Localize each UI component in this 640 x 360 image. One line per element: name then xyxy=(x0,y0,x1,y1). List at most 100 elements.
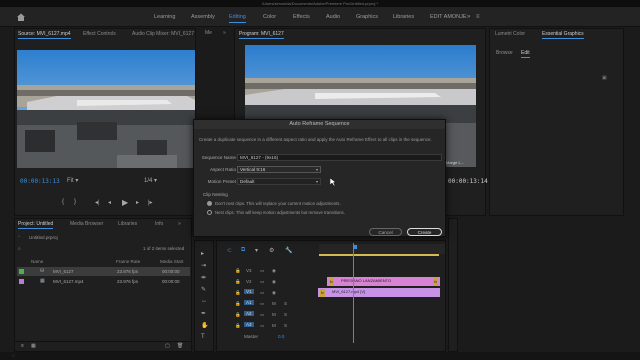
rewind-icon[interactable]: ◂ xyxy=(108,199,111,206)
mark-out-icon[interactable]: } xyxy=(74,199,76,205)
create-button[interactable]: Create xyxy=(407,228,442,236)
workspace-graphics[interactable]: Graphics xyxy=(356,14,378,20)
tab-effect-controls[interactable]: Effect Controls xyxy=(83,31,116,37)
workspace-effects[interactable]: Effects xyxy=(293,14,310,20)
workspace-libraries[interactable]: Libraries xyxy=(393,14,414,20)
sync-lock-icon[interactable]: ▭ xyxy=(260,312,264,318)
sync-lock-icon[interactable]: ▭ xyxy=(260,323,264,329)
tab-lumetri-color[interactable]: Lumetri Color xyxy=(495,31,525,37)
track-header-v3[interactable]: 🔒 V3 ▭ ◉ xyxy=(232,266,312,276)
source-fit-dropdown[interactable]: Fit ▾ xyxy=(67,177,78,184)
solo-icon[interactable]: S xyxy=(284,312,287,317)
trash-icon[interactable]: 🗑 xyxy=(177,343,183,349)
track-header-a2[interactable]: 🔒 A2 ▭ M S xyxy=(232,310,312,320)
lock-icon[interactable]: 🔒 xyxy=(235,301,241,307)
status-icon[interactable]: ◌ xyxy=(12,353,15,359)
tab-metadata[interactable]: Me xyxy=(205,30,212,36)
sync-lock-icon[interactable]: ▭ xyxy=(260,268,264,274)
workspace-edit-amonje[interactable]: EDIT AMONJE xyxy=(430,14,467,20)
type-tool-icon[interactable]: T xyxy=(201,334,205,340)
motion-preset-dropdown[interactable]: Default ▾ xyxy=(237,178,321,185)
subtab-browse[interactable]: Browse xyxy=(496,50,513,56)
radio-nest[interactable] xyxy=(207,210,212,215)
mute-icon[interactable]: M xyxy=(272,301,276,306)
clip-graphic[interactable]: fx PRESIANO LANZAMIENTO fx xyxy=(327,277,440,286)
track-header-a1[interactable]: 🔒 A1 ▭ M S xyxy=(232,299,312,309)
new-layer-icon[interactable]: ▣ xyxy=(602,75,607,81)
master-volume[interactable]: 0.0 xyxy=(278,334,284,339)
search-icon[interactable]: ⌕ xyxy=(18,246,21,252)
new-item-icon[interactable]: ▢ xyxy=(165,343,170,349)
column-media-start[interactable]: Media Start xyxy=(160,259,184,264)
ripple-edit-tool-icon[interactable]: ⇹ xyxy=(201,274,206,281)
tab-source[interactable]: Source: MVI_6127.mp4 xyxy=(18,31,71,39)
selection-tool-icon[interactable]: ▸ xyxy=(201,250,204,257)
workspace-overflow-button[interactable]: » xyxy=(467,14,470,20)
step-forward-icon[interactable]: ▸ xyxy=(136,199,139,206)
workspace-assembly[interactable]: Assembly xyxy=(191,14,215,20)
linked-selection-icon[interactable]: ⧉ xyxy=(241,247,245,254)
play-icon[interactable]: ▶ xyxy=(122,198,128,207)
lock-icon[interactable]: 🔒 xyxy=(235,268,241,274)
column-frame-rate[interactable]: Frame Rate xyxy=(116,259,140,264)
source-overflow-button[interactable]: » xyxy=(223,30,226,36)
track-header-v2[interactable]: 🔒 V2 ▭ ◉ xyxy=(232,277,312,287)
workspace-color[interactable]: Color xyxy=(263,14,276,20)
work-area-bar[interactable] xyxy=(319,254,439,256)
column-name[interactable]: Name xyxy=(31,259,43,264)
sync-lock-icon[interactable]: ▭ xyxy=(260,301,264,307)
project-overflow-button[interactable]: » xyxy=(178,221,181,227)
snap-icon[interactable]: ⊂ xyxy=(227,247,232,254)
aspect-ratio-dropdown[interactable]: Vertical 9:16 ▾ xyxy=(237,166,321,173)
source-video-frame[interactable] xyxy=(17,50,195,168)
subtab-edit[interactable]: Edit xyxy=(521,50,530,58)
mute-icon[interactable]: M xyxy=(272,312,276,317)
track-select-tool-icon[interactable]: ⇥ xyxy=(201,262,206,269)
project-item-clip[interactable]: ▦ MVI_6127.mp4 23.976 fps 00:00:00 xyxy=(17,277,190,286)
workspace-editing[interactable]: Editing xyxy=(229,14,246,23)
pen-tool-icon[interactable]: ✒ xyxy=(201,310,206,317)
solo-icon[interactable]: S xyxy=(284,301,287,306)
eye-icon[interactable]: ◉ xyxy=(272,290,276,296)
radio-dont-nest[interactable] xyxy=(207,201,212,206)
sync-lock-icon[interactable]: ▭ xyxy=(260,290,264,296)
lock-icon[interactable]: 🔒 xyxy=(235,279,241,285)
mark-in-icon[interactable]: { xyxy=(62,199,64,205)
solo-icon[interactable]: S xyxy=(284,323,287,328)
sync-lock-icon[interactable]: ▭ xyxy=(260,279,264,285)
workspace-audio[interactable]: Audio xyxy=(326,14,340,20)
step-back-icon[interactable]: ◂| xyxy=(95,199,100,206)
eye-icon[interactable]: ◉ xyxy=(272,268,276,274)
project-item-sequence[interactable]: ⛁ MVI_6127 23.976 fps 00:00:00 xyxy=(17,267,190,276)
eye-icon[interactable]: ◉ xyxy=(272,279,276,285)
timeline-ruler[interactable] xyxy=(319,244,445,254)
slip-tool-icon[interactable]: ↔ xyxy=(201,298,207,304)
list-view-icon[interactable]: ≡ xyxy=(21,343,24,349)
icon-view-icon[interactable]: ▦ xyxy=(31,343,36,349)
lock-icon[interactable]: 🔒 xyxy=(235,323,241,329)
hand-tool-icon[interactable]: ✋ xyxy=(201,322,208,329)
workspace-menu-icon[interactable]: ≡ xyxy=(476,14,480,20)
home-icon[interactable] xyxy=(16,12,26,22)
source-resolution-dropdown[interactable]: 1/4 ▾ xyxy=(144,177,157,184)
cancel-button[interactable]: Cancel xyxy=(369,228,402,236)
track-header-v1[interactable]: 🔒 V1 ▭ ◉ xyxy=(232,288,312,298)
settings-icon[interactable]: ⚙ xyxy=(269,247,274,254)
lock-icon[interactable]: 🔒 xyxy=(235,312,241,318)
source-timecode[interactable]: 00:00:13:13 xyxy=(20,178,60,185)
tab-media-browser[interactable]: Media Browser xyxy=(70,221,103,227)
tab-info[interactable]: Info xyxy=(155,221,163,227)
lock-icon[interactable]: 🔒 xyxy=(235,290,241,296)
program-timecode[interactable]: 00:00:13:14 xyxy=(448,178,488,185)
mute-icon[interactable]: M xyxy=(272,323,276,328)
workspace-learning[interactable]: Learning xyxy=(154,14,175,20)
tab-project[interactable]: Project: Untitled xyxy=(18,221,54,229)
forward-icon[interactable]: |▸ xyxy=(148,199,153,206)
tab-essential-graphics[interactable]: Essential Graphics xyxy=(542,31,584,39)
add-marker-icon[interactable]: ▾ xyxy=(255,247,258,254)
wrench-icon[interactable]: 🔧 xyxy=(285,247,292,254)
track-header-a3[interactable]: 🔒 A3 ▭ M S xyxy=(232,321,312,331)
tab-libraries[interactable]: Libraries xyxy=(118,221,137,227)
clip-video[interactable]: fx MVI_6127.mp4 [V] xyxy=(318,288,440,297)
tab-program[interactable]: Program: MVI_6127 xyxy=(239,31,284,39)
